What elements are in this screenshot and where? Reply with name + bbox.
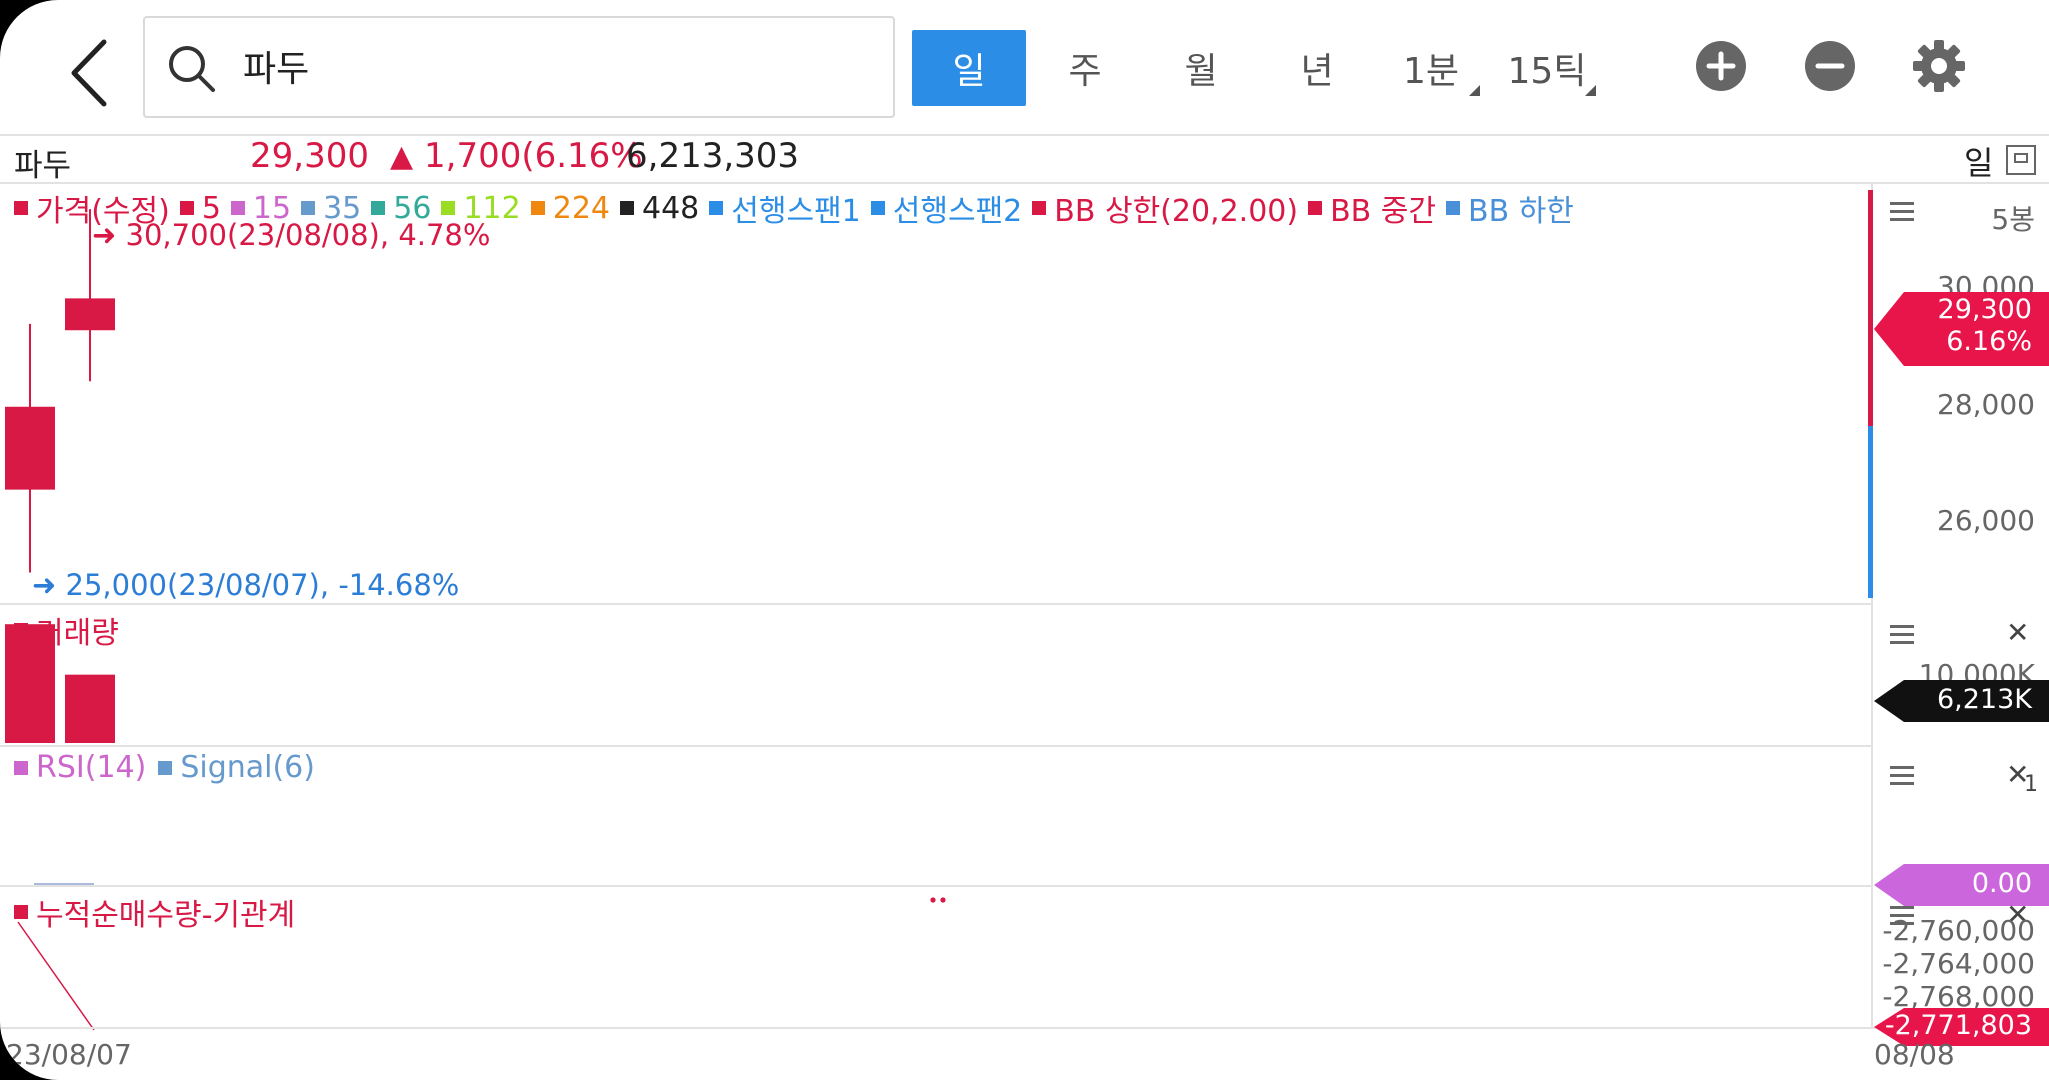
- marker-dot: [940, 897, 946, 903]
- institution-tag-value: -2,771,803: [1884, 1010, 2032, 1041]
- zoom-out-icon[interactable]: [1804, 40, 1856, 92]
- volume-axis-tick: 10,000K: [1918, 658, 2035, 680]
- x-axis-start-label: 23/08/07: [6, 1038, 132, 1071]
- zoom-in-icon[interactable]: [1695, 40, 1747, 92]
- current-price: 29,300: [250, 136, 369, 176]
- period-indicator: 일: [1964, 144, 1994, 182]
- tab-tick[interactable]: 15틱: [1490, 30, 1604, 106]
- rsi-label: RSI(14): [36, 750, 147, 785]
- chart-screen: 파두 일 주 월 년 1분 15틱 파두 29,300 ▲ 1,700(6.16: [0, 0, 2049, 1080]
- volume-label: 거래량: [36, 616, 119, 651]
- trade-volume: 6,213,303: [626, 136, 800, 176]
- price-range-bar-upper: [1868, 190, 1873, 426]
- panel-divider: [0, 603, 1872, 605]
- legend-swatch: [14, 905, 28, 919]
- up-triangle-icon: ▲: [390, 139, 414, 174]
- inst-axis-tick: -2,764,000: [1882, 947, 2035, 980]
- menu-icon[interactable]: [1890, 766, 1914, 786]
- tab-week-label: 주: [1068, 51, 1102, 92]
- search-input[interactable]: 파두: [143, 16, 895, 118]
- legend-swatch: [14, 623, 28, 637]
- panel-divider: [0, 745, 1872, 747]
- high-annotation-text: 30,700(23/08/08), 4.78%: [125, 218, 491, 252]
- price-change: 1,700(6.16%: [424, 136, 643, 176]
- bar-count: 5봉: [1991, 203, 2035, 236]
- menu-icon[interactable]: [1890, 625, 1914, 645]
- legend-swatch: [14, 760, 28, 775]
- sub-mark: 1: [2024, 772, 2038, 797]
- tab-day-label: 일: [952, 51, 986, 92]
- signal-label: Signal(6): [180, 750, 315, 785]
- candle-body: [5, 406, 55, 490]
- volume-tag-value: 6,213K: [1936, 684, 2032, 715]
- close-icon[interactable]: ✕: [2006, 616, 2029, 649]
- dropdown-corner-icon: [1469, 85, 1480, 96]
- price-axis-tick: 28,000: [1937, 388, 2035, 421]
- dropdown-corner-icon: [1585, 85, 1596, 96]
- gear-icon[interactable]: [1911, 38, 1967, 94]
- price-range-bar-lower: [1868, 426, 1873, 598]
- tab-year-label: 년: [1300, 51, 1334, 92]
- legend-swatch: [158, 760, 173, 775]
- arrow-right-icon: ➜: [32, 568, 66, 602]
- panel-divider: [0, 885, 1872, 887]
- tab-month[interactable]: 월: [1144, 30, 1258, 106]
- maximize-icon[interactable]: [2006, 145, 2036, 175]
- tab-day[interactable]: 일: [912, 30, 1026, 106]
- institution-legend: 누적순매수량-기관계: [14, 890, 295, 934]
- tab-minute[interactable]: 1분: [1374, 30, 1488, 106]
- candle-body: [65, 298, 115, 331]
- back-arrow-icon[interactable]: [60, 34, 126, 112]
- price-tag-value: 29,300: [1937, 294, 2032, 325]
- marker-dot: [930, 897, 936, 903]
- x-axis-end-label: 08/08: [1874, 1038, 1955, 1071]
- price-tag-pct: 6.16%: [1946, 326, 2032, 357]
- inst-axis-tick: -2,760,000: [1882, 914, 2035, 947]
- tab-week[interactable]: 주: [1028, 30, 1142, 106]
- price-axis-tick: 26,000: [1937, 504, 2035, 537]
- panel-divider: [0, 1027, 2049, 1029]
- tab-year[interactable]: 년: [1260, 30, 1374, 106]
- tab-month-label: 월: [1184, 51, 1218, 92]
- institution-label: 누적순매수량-기관계: [36, 898, 296, 933]
- stock-symbol: 파두: [14, 148, 72, 184]
- candlestick-series: [5, 209, 115, 573]
- volume-legend: 거래량: [14, 608, 119, 652]
- search-query[interactable]: 파두: [243, 40, 309, 92]
- rsi-legend: RSI(14) Signal(6): [14, 750, 315, 785]
- tab-tick-label: 15틱: [1507, 51, 1587, 92]
- low-annotation-text: 25,000(23/08/07), -14.68%: [65, 568, 460, 602]
- low-annotation: ➜ 25,000(23/08/07), -14.68%: [32, 568, 459, 602]
- rsi-tag-value: 0.00: [1971, 868, 2032, 899]
- high-annotation: ➜ 30,700(23/08/08), 4.78%: [92, 218, 490, 252]
- search-icon: [169, 46, 215, 92]
- volume-bar: [65, 674, 115, 743]
- institution-net-line: [17, 921, 95, 1030]
- menu-icon[interactable]: [1890, 202, 1914, 222]
- tab-minute-label: 1분: [1402, 51, 1460, 92]
- arrow-right-icon: ➜: [92, 218, 126, 252]
